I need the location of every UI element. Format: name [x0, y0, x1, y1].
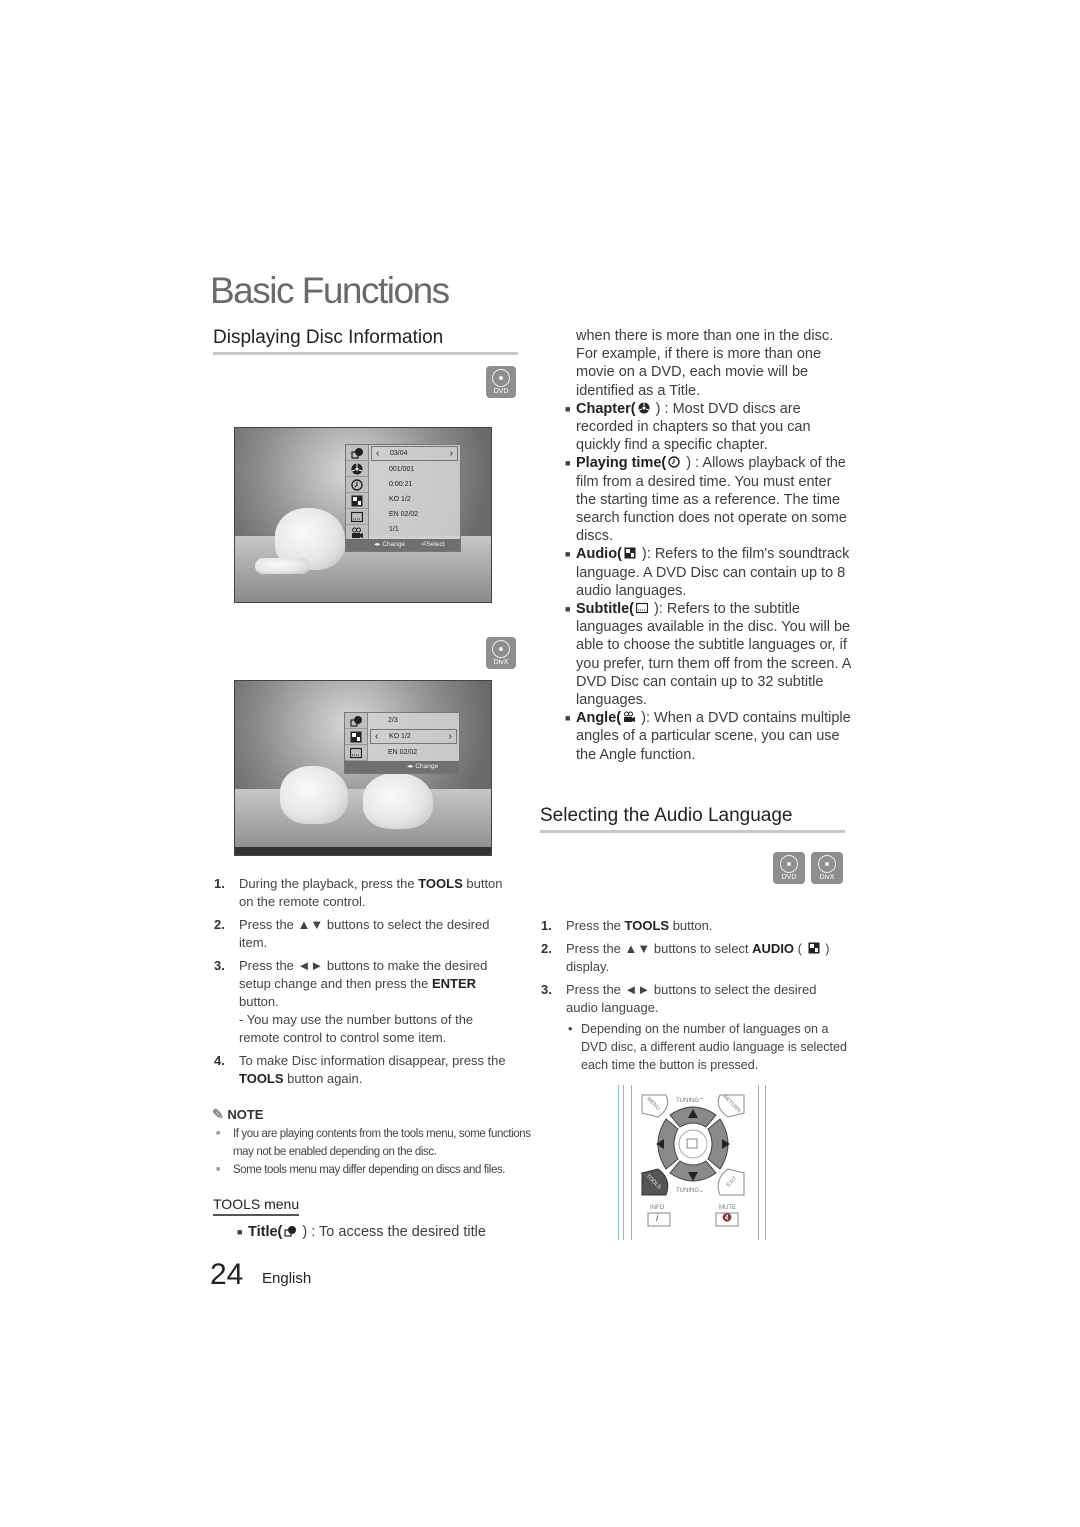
step-item: 2. Press the ▲▼ buttons to select AUDIO (… — [541, 940, 851, 976]
step-number: 3. — [541, 982, 552, 997]
pencil-icon: ✎ — [212, 1106, 224, 1122]
osd-row[interactable]: 0:00:21 — [369, 477, 460, 492]
osd-row[interactable]: EN 02/02 — [369, 507, 460, 522]
audio-icon — [345, 729, 367, 745]
dvd-badge: DVD — [486, 366, 516, 398]
chapter-title: Basic Functions — [210, 270, 450, 311]
audio-language-note: • Depending on the number of languages o… — [568, 1022, 847, 1072]
audio-language-steps: 1. Press the TOOLS button. 2. Press the ▲▼ … — [541, 917, 851, 1022]
divx-badge: DivX — [811, 852, 843, 884]
step-text: Press the ▲▼ buttons to select AUDIO ( )… — [566, 941, 830, 974]
info-label: INFO — [650, 1205, 665, 1211]
tools-menu-item: ■ Angle( ): When a DVD contains multiple … — [565, 710, 851, 763]
puppy-image — [280, 766, 348, 824]
step-text: Press the TOOLS button. — [566, 918, 713, 933]
subtitle-icon — [634, 601, 650, 617]
chapter-icon — [346, 461, 368, 477]
time-icon — [666, 455, 682, 471]
time-icon — [346, 477, 368, 493]
tuning-up-label: TUNING⌃ — [676, 1098, 705, 1104]
puppy-image — [363, 773, 433, 829]
osd-select-hint: ⏎Select — [421, 541, 445, 548]
title-icon — [284, 1226, 297, 1237]
remote-control-illustration: TUNING⌃ TUNING⌄ MENU RETURN TOOLS EXIT I… — [618, 1085, 768, 1240]
step-number: 1. — [541, 918, 552, 933]
step-text: Press the ▲▼ buttons to select the desir… — [239, 917, 490, 950]
section-title-audio-language: Selecting the Audio Language — [540, 805, 845, 833]
step-text: To make Disc information disappear, pres… — [239, 1053, 506, 1086]
tools-menu-title-item: ■ Title( ) : To access the desired title — [237, 1224, 486, 1240]
step-item: 3. Press the ◄► buttons to select the des… — [541, 981, 851, 1017]
angle-icon — [621, 710, 637, 726]
info-button[interactable] — [647, 1212, 671, 1227]
step-text: Press the ◄► buttons to select the desir… — [566, 982, 817, 1015]
osd-change-hint: ◂▸ Change — [407, 763, 439, 770]
step-text: Press the ◄► buttons to make the desired… — [239, 957, 514, 1047]
step-number: 3. — [214, 958, 225, 973]
osd-row[interactable]: 2/3 — [368, 713, 459, 728]
step-number: 2. — [214, 917, 225, 932]
title-description-continued: when there is more than one in the disc.… — [576, 328, 834, 399]
title-icon — [346, 445, 368, 461]
audio-icon — [806, 941, 822, 956]
step-item: 2. Press the ▲▼ buttons to select the des… — [214, 916, 514, 952]
osd-row[interactable]: KO 1/2 — [369, 492, 460, 507]
disc-icon — [818, 855, 836, 873]
osd-footer: ◂▸ Change — [345, 761, 459, 773]
osd-footer: ◂▸ Change ⏎Select — [346, 539, 460, 551]
tools-menu-item: ■ Audio( ): Refers to the film's soundtra… — [565, 546, 850, 599]
info-icon: i — [656, 1213, 659, 1224]
chapter-icon — [636, 401, 652, 417]
title-icon — [345, 713, 367, 729]
step-item: 4. To make Disc information disappear, pr… — [214, 1052, 514, 1088]
osd-row[interactable]: KO 1/2 — [370, 729, 457, 744]
tools-menu-heading: TOOLS menu — [213, 1196, 300, 1216]
step-item: 1. Press the TOOLS button. — [541, 917, 851, 935]
divx-badge: DivX — [486, 637, 516, 669]
audio-icon — [622, 546, 638, 562]
osd-row[interactable]: EN 02/02 — [368, 745, 459, 760]
disc-icon — [492, 369, 510, 387]
disc-icon — [492, 640, 510, 658]
divx-info-screenshot: 2/3KO 1/2EN 02/02 ◂▸ Change — [234, 680, 492, 856]
note-item: ■ Some tools menu may differ depending on… — [216, 1164, 506, 1176]
osd-row[interactable]: 1/1 — [369, 522, 460, 537]
disc-icon — [780, 855, 798, 873]
tools-menu-item: ■ Subtitle( ): Refers to the subtitle lan… — [565, 601, 851, 709]
step-text: During the playback, press the TOOLS but… — [239, 876, 503, 909]
osd-change-hint: ◂▸ Change — [374, 541, 406, 548]
disc-info-osd: 03/04001/0010:00:21KO 1/2EN 02/021/1 ◂▸ … — [345, 444, 461, 552]
section-title-disc-info: Displaying Disc Information — [213, 327, 518, 355]
note-item: ■ If you are playing contents from the to… — [216, 1128, 531, 1158]
page-number: 24 — [210, 1258, 244, 1291]
tools-menu-item: ■ Playing time( ) : Allows playback of th… — [565, 455, 847, 545]
note-label: NOTE — [227, 1107, 264, 1122]
dvd-info-screenshot: 03/04001/0010:00:21KO 1/2EN 02/021/1 ◂▸ … — [234, 427, 492, 603]
step-item: 3. Press the ◄► buttons to make the desir… — [214, 957, 514, 1047]
audio-icon — [346, 493, 368, 509]
step-subnote: - You may use the number buttons of the … — [239, 1012, 474, 1045]
step-number: 2. — [541, 941, 552, 956]
osd-row[interactable]: 001/001 — [369, 462, 460, 477]
mute-icon: 🔇 — [722, 1213, 732, 1222]
tools-menu-items: when there is more than one in the disc.… — [565, 327, 855, 764]
subtitle-icon — [345, 745, 367, 761]
page-language: English — [262, 1270, 312, 1287]
tools-menu-item: ■ Chapter( ) : Most DVD discs are recorde… — [565, 400, 811, 454]
subtitle-icon — [346, 509, 368, 525]
disc-info-steps: 1. During the playback, press the TOOLS b… — [214, 875, 514, 1093]
mute-label: MUTE — [719, 1205, 736, 1211]
step-item: 1. During the playback, press the TOOLS b… — [214, 875, 514, 911]
enter-button[interactable] — [678, 1129, 708, 1159]
step-number: 1. — [214, 876, 225, 891]
tuning-down-label: TUNING⌄ — [676, 1188, 705, 1194]
dvd-badge: DVD — [773, 852, 805, 884]
step-number: 4. — [214, 1053, 225, 1068]
divx-info-osd: 2/3KO 1/2EN 02/02 ◂▸ Change — [344, 712, 460, 774]
osd-row[interactable]: 03/04 — [371, 446, 458, 461]
note-block: ✎ NOTE ■ If you are playing contents from… — [212, 1106, 532, 1179]
